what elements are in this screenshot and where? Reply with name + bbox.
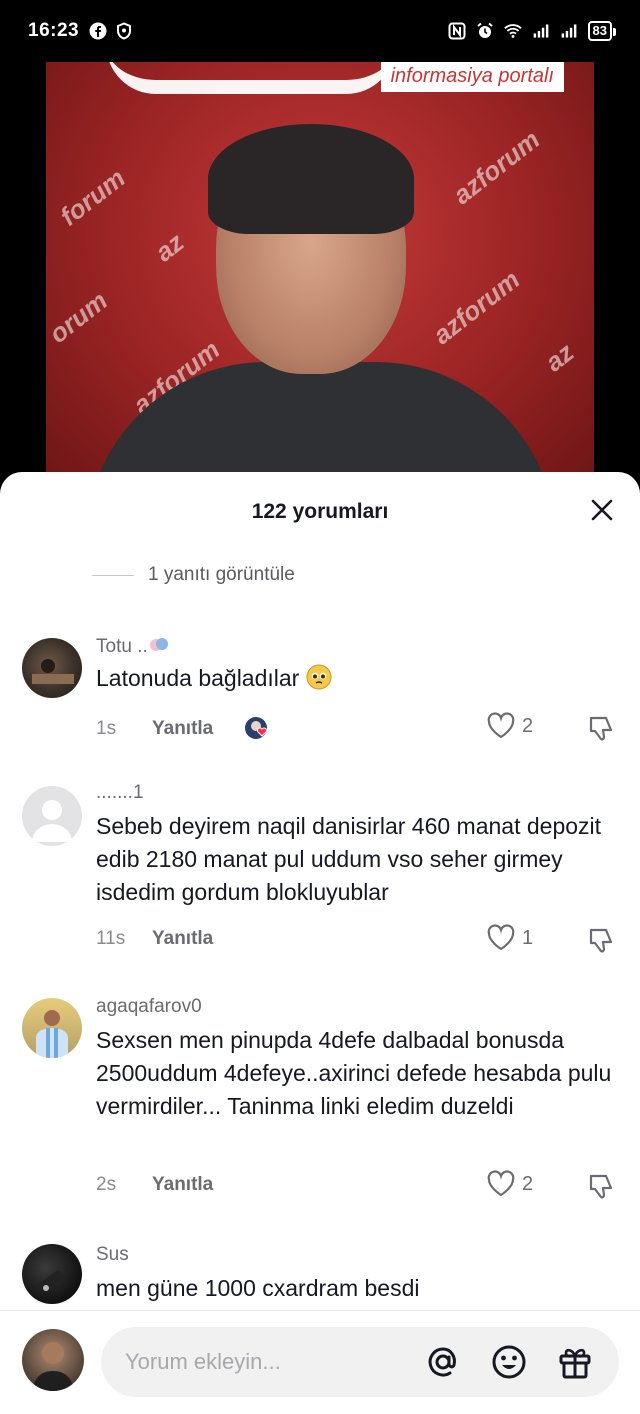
gift-icon[interactable]: [556, 1343, 594, 1381]
battery-icon: 83: [587, 21, 617, 41]
sheet-header: 122 yorumları: [0, 472, 640, 552]
video-player[interactable]: informasiya portalı forum az azforum azf…: [0, 62, 640, 492]
like-button[interactable]: 1: [486, 924, 533, 952]
brand-logo: [106, 62, 396, 94]
heart-icon: [487, 1170, 515, 1197]
heart-icon: [487, 924, 515, 951]
facebook-icon: [89, 22, 107, 40]
like-button[interactable]: 2: [486, 1170, 533, 1198]
comment-input[interactable]: [101, 1327, 619, 1397]
heart-icon: [487, 712, 515, 739]
avatar[interactable]: [22, 1244, 82, 1304]
like-count: 1: [522, 926, 534, 949]
dislike-icon[interactable]: [586, 1172, 616, 1202]
like-count: 2: [522, 714, 534, 737]
view-replies-link[interactable]: 1 yanıtı görüntüle: [92, 564, 295, 586]
watermark: azforum: [427, 264, 526, 351]
like-count: 2: [522, 1172, 534, 1195]
avatar[interactable]: [22, 786, 82, 846]
divider: [92, 574, 134, 576]
dislike-icon[interactable]: [586, 926, 616, 956]
comment-text: Sexsen men pinupda 4defe dalbadal bonusd…: [96, 1027, 612, 1119]
comment-time: 1s: [96, 718, 117, 739]
person-hair: [208, 124, 414, 234]
watermark: az: [539, 336, 580, 378]
comment-text: Sebeb deyirem naqil danisirlar 460 manat…: [96, 813, 602, 905]
comment-text: men güne 1000 cxardram besdi: [96, 1275, 420, 1301]
comment-time: 2s: [96, 1174, 117, 1195]
shield-icon: [117, 22, 132, 40]
signal-icon: [561, 24, 576, 38]
video-frame: informasiya portalı forum az azforum azf…: [46, 62, 594, 492]
watermark: orum: [46, 285, 114, 349]
emoji-icon[interactable]: [490, 1343, 528, 1381]
avatar[interactable]: [22, 998, 82, 1058]
avatar[interactable]: [22, 638, 82, 698]
comment-username[interactable]: Sus: [96, 1244, 129, 1266]
comment-time: 11s: [96, 928, 126, 949]
comment-meta: 2s Yanıtla: [96, 1174, 213, 1196]
reply-button[interactable]: Yanıtla: [152, 1174, 213, 1196]
brand-text: informasiya portalı: [380, 62, 564, 92]
comment-username[interactable]: .......1: [96, 782, 144, 804]
status-time: 16:23: [28, 20, 80, 41]
creator-liked-badge: [243, 714, 273, 744]
nfc-icon: [448, 22, 466, 40]
masks-emoji-icon: [149, 638, 168, 651]
reply-button[interactable]: Yanıtla: [152, 718, 213, 740]
comment-username[interactable]: Totu ..: [96, 634, 170, 658]
at-icon[interactable]: [424, 1343, 462, 1381]
comment-text: Latonuda bağladılar: [96, 662, 616, 695]
comments-count-title: 122 yorumları: [251, 500, 389, 523]
pleading-face-emoji-icon: [306, 664, 332, 690]
watermark: azforum: [447, 124, 546, 211]
wifi-icon: [503, 24, 522, 38]
view-replies-label: 1 yanıtı görüntüle: [148, 564, 295, 585]
watermark: forum: [54, 162, 131, 232]
current-user-avatar[interactable]: [22, 1329, 84, 1391]
comment-composer: [0, 1310, 640, 1414]
alarm-icon: [476, 22, 493, 38]
comment-username[interactable]: agaqafarov0: [96, 996, 202, 1018]
signal-icon: [533, 24, 548, 38]
close-icon[interactable]: [588, 496, 616, 524]
comment-meta: 11s Yanıtla: [96, 928, 213, 950]
comment-meta: 1s Yanıtla: [96, 714, 273, 744]
dislike-icon[interactable]: [586, 714, 616, 744]
watermark: az: [149, 226, 190, 268]
status-bar: 16:23 83: [0, 0, 640, 62]
comments-sheet: 122 yorumları 1 yanıtı görüntüle Totu ..…: [0, 472, 640, 1414]
reply-button[interactable]: Yanıtla: [152, 928, 213, 950]
like-button[interactable]: 2: [486, 712, 533, 740]
